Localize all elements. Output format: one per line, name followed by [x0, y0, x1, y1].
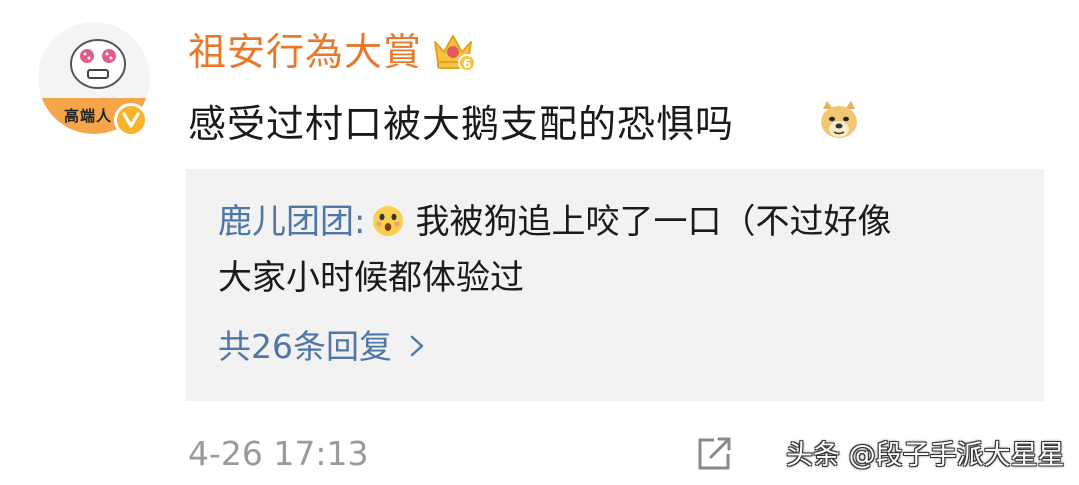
surprise-icon	[373, 206, 404, 236]
crown-icon[interactable]: 6	[430, 30, 476, 72]
reply-count-label: 共26条回复	[218, 327, 392, 366]
avatar-face-icon	[70, 39, 126, 89]
reply-text-line2: 大家小时候都体验过	[218, 258, 524, 298]
reply-preview-box[interactable]: 鹿儿团团: 我被狗追上咬了一口（不过好像 大家小时候都体验过 共26条回复	[186, 169, 1044, 401]
doge-icon	[821, 101, 857, 138]
reply-text-line1: 我被狗追上咬了一口（不过好像	[415, 202, 892, 242]
verified-icon	[114, 103, 148, 137]
chevron-right-icon	[410, 335, 424, 357]
comment-username[interactable]: 祖安行為大賞	[188, 30, 422, 74]
comment-timestamp: 4-26 17:13	[188, 434, 369, 473]
avatar-caption: 高端人	[64, 107, 113, 125]
share-icon[interactable]	[694, 434, 734, 474]
reply-first-line: 鹿儿团团: 我被狗追上咬了一口（不过好像	[218, 199, 891, 245]
reply-count-link[interactable]: 共26条回复	[218, 325, 428, 369]
member-level-text: 6	[463, 57, 471, 71]
verified-check-shape	[122, 112, 140, 128]
comment-text: 感受过村口被大鹅支配的恐惧吗	[188, 102, 735, 146]
reply-username[interactable]: 鹿儿团团:	[218, 202, 365, 242]
watermark: 头条 @段子手派大星星	[786, 440, 1065, 471]
